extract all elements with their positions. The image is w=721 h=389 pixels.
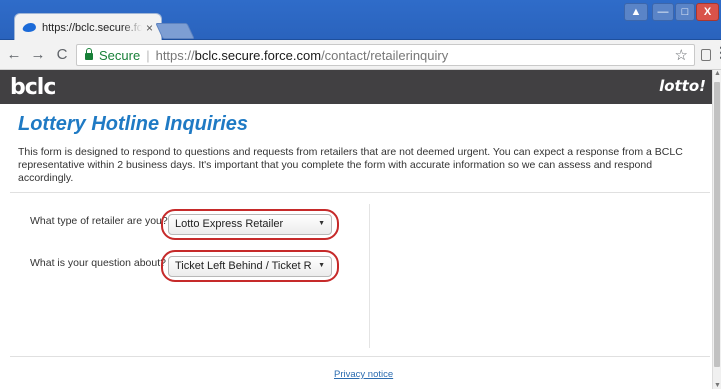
url-path: /contact/retailerinquiry — [321, 47, 449, 63]
lotto-logo[interactable]: lotto! — [659, 77, 706, 95]
address-separator: | — [146, 47, 150, 63]
reload-icon[interactable]: C — [52, 46, 72, 63]
dropdown-arrow-icon: ▼ — [318, 262, 325, 269]
bclc-logo[interactable]: bclc — [10, 75, 56, 100]
page-title: Lottery Hotline Inquiries — [18, 113, 249, 135]
inquiry-form: What type of retailer are you? Lotto Exp… — [10, 204, 370, 348]
back-icon[interactable]: ← — [4, 46, 24, 63]
privacy-notice-link[interactable]: Privacy notice — [334, 369, 393, 380]
scroll-thumb[interactable] — [714, 82, 720, 367]
secure-label: Secure — [99, 47, 141, 63]
lock-icon — [85, 48, 93, 60]
question-about-value: Ticket Left Behind / Ticket Returned — [175, 260, 311, 272]
bookmark-star-icon[interactable]: ☆ — [675, 46, 688, 64]
user-profile-button[interactable]: ▲ — [624, 3, 648, 21]
tab-title: https://bclc.secure.force.c — [42, 21, 142, 34]
question-about-label: What is your question about? — [30, 257, 166, 269]
extension-icon[interactable] — [701, 49, 711, 61]
address-bar[interactable]: Secure | https://bclc.secure.force.com/c… — [76, 44, 695, 66]
browser-toolbar: ← → C Secure | https://bclc.secure.force… — [0, 40, 721, 70]
question-about-select[interactable]: Ticket Left Behind / Ticket Returned ▼ — [168, 256, 332, 277]
retailer-type-label: What type of retailer are you? — [30, 215, 168, 227]
scroll-up-icon[interactable]: ▲ — [714, 70, 721, 77]
scroll-down-icon[interactable]: ▼ — [714, 382, 721, 389]
retailer-type-value: Lotto Express Retailer — [175, 218, 284, 230]
forward-icon[interactable]: → — [28, 46, 48, 63]
site-header: bclc lotto! — [0, 70, 712, 104]
maximize-button[interactable]: □ — [675, 3, 695, 21]
browser-titlebar: https://bclc.secure.force.c × ▲ — □ X — [0, 0, 721, 41]
close-window-button[interactable]: X — [696, 3, 719, 21]
dropdown-arrow-icon: ▼ — [318, 220, 325, 227]
browser-tab[interactable]: https://bclc.secure.force.c × — [14, 13, 162, 41]
divider — [10, 192, 710, 193]
intro-text: This form is designed to respond to ques… — [18, 146, 683, 184]
page-scrollbar[interactable]: ▲ ▼ — [712, 70, 721, 389]
retailer-type-select[interactable]: Lotto Express Retailer ▼ — [168, 214, 332, 235]
minimize-button[interactable]: — — [652, 3, 674, 21]
footer-divider — [10, 356, 710, 357]
url-host: bclc.secure.force.com — [194, 47, 322, 63]
new-tab-button[interactable] — [155, 23, 195, 39]
browser-menu-icon[interactable]: ⋮ — [714, 44, 721, 61]
url-scheme: https:// — [155, 47, 195, 63]
salesforce-cloud-icon — [21, 23, 38, 32]
tab-close-icon[interactable]: × — [146, 21, 153, 35]
